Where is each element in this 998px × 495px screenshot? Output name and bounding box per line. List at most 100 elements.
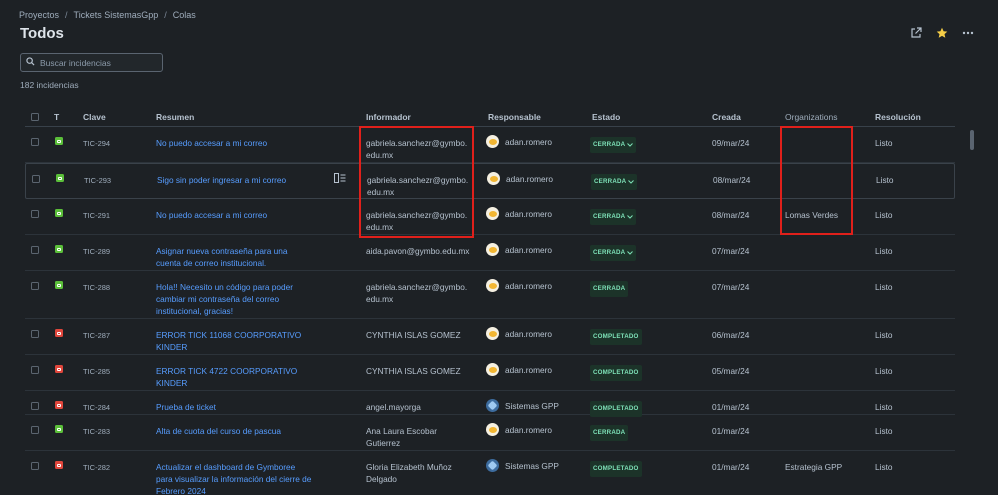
assignee[interactable]: adan.romero — [486, 423, 552, 436]
external-link-icon[interactable] — [909, 26, 922, 39]
status-badge[interactable]: CERRADA — [590, 245, 637, 261]
open-side-panel-icon[interactable] — [334, 173, 346, 183]
summary-line[interactable]: institucional, gracias! — [156, 305, 316, 317]
issue-summary[interactable]: Sigo sin poder ingresar a mi correo — [157, 174, 317, 186]
status[interactable]: CERRADA — [590, 281, 629, 297]
breadcrumb-queues[interactable]: Colas — [173, 10, 196, 20]
summary-line[interactable]: Febrero 2024 — [156, 485, 316, 495]
row-checkbox[interactable] — [32, 175, 40, 183]
status-badge[interactable]: CERRADA — [590, 425, 629, 441]
row-checkbox[interactable] — [31, 210, 39, 218]
select-all-checkbox[interactable] — [31, 113, 39, 121]
issue-summary[interactable]: Asignar nueva contraseña para una cuenta … — [156, 245, 316, 269]
row-checkbox[interactable] — [31, 138, 39, 146]
col-summary[interactable]: Resumen — [156, 112, 194, 122]
summary-line[interactable]: Actualizar el dashboard de Gymboree — [156, 461, 316, 473]
issue-key[interactable]: TIC-289 — [83, 246, 110, 258]
row-checkbox[interactable] — [31, 366, 39, 374]
summary-line[interactable]: Alta de cuota del curso de pascua — [156, 425, 316, 437]
status[interactable]: CERRADA — [590, 137, 637, 153]
status[interactable]: CERRADA — [591, 174, 638, 190]
summary-line[interactable]: No puedo accesar a mi correo — [156, 137, 316, 149]
row-checkbox[interactable] — [31, 246, 39, 254]
status-badge[interactable]: CERRADA — [591, 174, 638, 190]
issue-summary[interactable]: Prueba de ticket — [156, 401, 316, 413]
issue-summary[interactable]: Alta de cuota del curso de pascua — [156, 425, 316, 437]
status[interactable]: CERRADA — [590, 425, 629, 441]
status-badge[interactable]: COMPLETADO — [590, 461, 642, 477]
col-type[interactable]: T — [54, 112, 59, 122]
issue-summary[interactable]: Actualizar el dashboard de Gymboree para … — [156, 461, 316, 495]
summary-line[interactable]: KINDER — [156, 377, 316, 389]
table-row[interactable]: TIC-287 ERROR TICK 11068 COORPORATIVO KIND… — [25, 319, 955, 355]
issue-summary[interactable]: No puedo accesar a mi correo — [156, 137, 316, 149]
table-row[interactable]: TIC-282 Actualizar el dashboard de Gymbor… — [25, 451, 955, 495]
assignee[interactable]: Sistemas GPP — [486, 459, 559, 472]
issue-key[interactable]: TIC-282 — [83, 462, 110, 474]
assignee[interactable]: adan.romero — [486, 243, 552, 256]
issue-summary[interactable]: ERROR TICK 11068 COORPORATIVO KINDER — [156, 329, 316, 353]
status[interactable]: CERRADA — [590, 245, 637, 261]
summary-line[interactable]: No puedo accesar a mi correo — [156, 209, 316, 221]
row-checkbox[interactable] — [31, 282, 39, 290]
summary-line[interactable]: para visualizar la información del cierr… — [156, 473, 316, 485]
status-badge[interactable]: CERRADA — [590, 281, 629, 297]
row-checkbox[interactable] — [31, 330, 39, 338]
col-organizations[interactable]: Organizations — [785, 112, 837, 122]
table-row[interactable]: TIC-284 Prueba de ticket angel.mayorga Sist… — [25, 391, 955, 417]
summary-line[interactable]: Hola!! Necesito un código para poder — [156, 281, 316, 293]
breadcrumb-proyectos[interactable]: Proyectos — [19, 10, 59, 20]
status[interactable]: COMPLETADO — [590, 329, 642, 345]
assignee[interactable]: adan.romero — [487, 172, 553, 185]
row-checkbox[interactable] — [31, 462, 39, 470]
col-assignee[interactable]: Responsable — [488, 112, 541, 122]
summary-line[interactable]: cambiar mi contraseña del correo — [156, 293, 316, 305]
issue-key[interactable]: TIC-283 — [83, 426, 110, 438]
assignee[interactable]: adan.romero — [486, 363, 552, 376]
chevron-down-icon[interactable] — [627, 143, 634, 147]
issue-summary[interactable]: No puedo accesar a mi correo — [156, 209, 316, 221]
issue-key[interactable]: TIC-288 — [83, 282, 110, 294]
status-badge[interactable]: CERRADA — [590, 137, 637, 153]
search-field[interactable] — [20, 53, 163, 72]
summary-line[interactable]: Sigo sin poder ingresar a mi correo — [157, 174, 317, 186]
col-key[interactable]: Clave — [83, 112, 106, 122]
col-reporter[interactable]: Informador — [366, 112, 411, 122]
col-resolution[interactable]: Resolución — [875, 112, 921, 122]
scrollbar-thumb[interactable] — [970, 130, 974, 150]
table-row[interactable]: TIC-288 Hola!! Necesito un código para po… — [25, 271, 955, 319]
summary-line[interactable]: Asignar nueva contraseña para una — [156, 245, 316, 257]
status[interactable]: COMPLETADO — [590, 461, 642, 477]
issue-key[interactable]: TIC-287 — [83, 330, 110, 342]
issue-key[interactable]: TIC-284 — [83, 402, 110, 414]
row-checkbox[interactable] — [31, 402, 39, 410]
chevron-down-icon[interactable] — [627, 251, 634, 255]
status[interactable]: CERRADA — [590, 209, 637, 225]
summary-line[interactable]: ERROR TICK 11068 COORPORATIVO — [156, 329, 316, 341]
table-row[interactable]: TIC-285 ERROR TICK 4722 COORPORATIVO KINDE… — [25, 355, 955, 391]
assignee[interactable]: Sistemas GPP — [486, 399, 559, 412]
summary-line[interactable]: cuenta de correo institucional. — [156, 257, 316, 269]
more-options-icon[interactable] — [961, 26, 974, 39]
issue-key[interactable]: TIC-293 — [84, 175, 111, 187]
star-icon[interactable] — [935, 26, 948, 39]
assignee[interactable]: adan.romero — [486, 279, 552, 292]
table-row[interactable]: TIC-289 Asignar nueva contraseña para una… — [25, 235, 955, 271]
issue-key[interactable]: TIC-294 — [83, 138, 110, 150]
assignee[interactable]: adan.romero — [486, 327, 552, 340]
summary-line[interactable]: KINDER — [156, 341, 316, 353]
chevron-down-icon[interactable] — [627, 215, 634, 219]
row-checkbox[interactable] — [31, 426, 39, 434]
issue-key[interactable]: TIC-285 — [83, 366, 110, 378]
issue-key[interactable]: TIC-291 — [83, 210, 110, 222]
col-created[interactable]: Creada — [712, 112, 741, 122]
issue-summary[interactable]: ERROR TICK 4722 COORPORATIVO KINDER — [156, 365, 316, 389]
summary-line[interactable]: Prueba de ticket — [156, 401, 316, 413]
chevron-down-icon[interactable] — [628, 180, 635, 184]
breadcrumb-project[interactable]: Tickets SistemasGpp — [74, 10, 159, 20]
status-badge[interactable]: COMPLETADO — [590, 365, 642, 381]
assignee[interactable]: adan.romero — [486, 135, 552, 148]
assignee[interactable]: adan.romero — [486, 207, 552, 220]
summary-line[interactable]: ERROR TICK 4722 COORPORATIVO — [156, 365, 316, 377]
table-row[interactable]: TIC-283 Alta de cuota del curso de pascua… — [25, 415, 955, 451]
